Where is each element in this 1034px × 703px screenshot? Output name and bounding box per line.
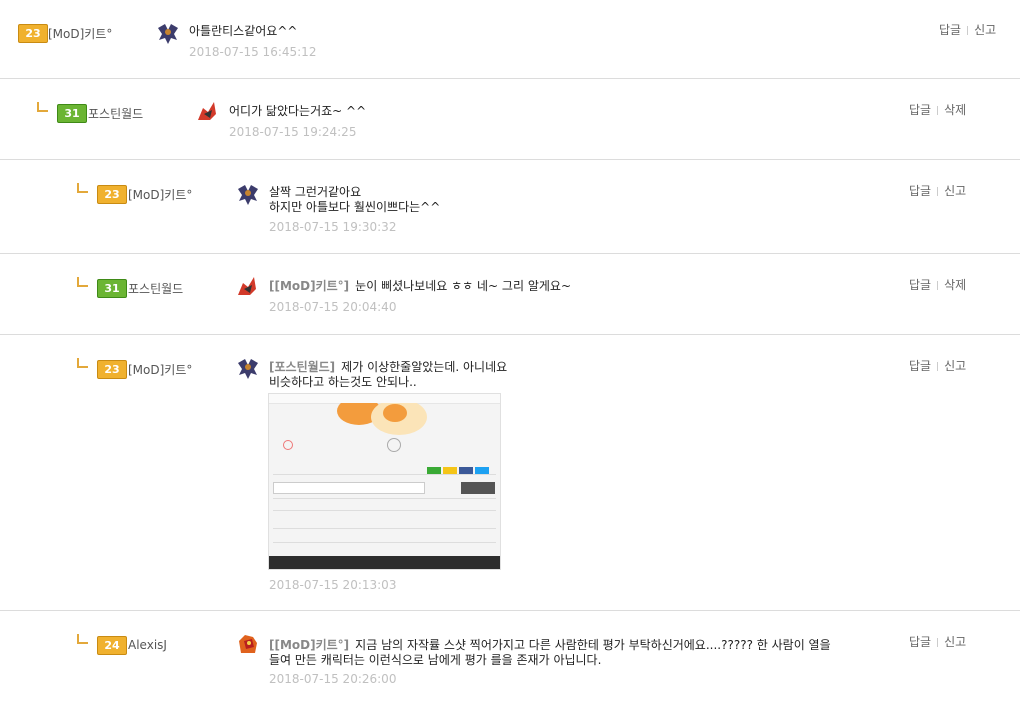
comment-5: 23 [MoD]키트° [포스틴월드] 제가 이상한줄알았는데. 아니네요 비슷하…: [0, 335, 1020, 610]
attached-screenshot[interactable]: [268, 393, 501, 570]
report-link[interactable]: 신고: [944, 359, 966, 373]
reply-arrow-icon: [77, 358, 88, 368]
reply-link[interactable]: 답글: [909, 278, 931, 292]
level-badge: 23: [97, 360, 127, 379]
reply-arrow-icon: [37, 102, 48, 112]
reply-link[interactable]: 답글: [909, 635, 931, 649]
divider: [937, 106, 939, 115]
comment-actions: 답글 신고: [909, 633, 966, 650]
report-link[interactable]: 신고: [974, 23, 996, 37]
level-badge: 31: [57, 104, 87, 123]
share-buttons: [427, 460, 491, 475]
comment-actions: 답글 삭제: [909, 276, 966, 293]
comment-date: 2018-07-15 20:04:40: [269, 300, 397, 314]
comment-4: 31 포스틴월드 [[MoD]키트°] 눈이 삐셨나보네요 ㅎㅎ 네~ 그리 알게…: [0, 254, 1020, 334]
avatar-icon: [239, 635, 257, 653]
comment-date: 2018-07-15 16:45:12: [189, 45, 317, 59]
divider: [937, 362, 939, 371]
comment-text: [[MoD]키트°] 눈이 삐셨나보네요 ㅎㅎ 네~ 그리 알게요~: [269, 279, 571, 294]
avatar-icon: [238, 277, 256, 295]
divider: [937, 187, 939, 196]
comment-text-line2: 하지만 아틀보다 훨씬이쁘다는^^: [269, 200, 441, 214]
comment-text-line2: 들여 만든 캐릭터는 이런식으로 남에게 평가 를을 존재가 아닙니다.: [269, 653, 602, 667]
reply-arrow-icon: [77, 183, 88, 193]
reply-link[interactable]: 답글: [909, 184, 931, 198]
comment-text-line2: 비슷하다고 하는것도 안되나..: [269, 375, 417, 389]
author-nick[interactable]: 포스틴월드: [88, 105, 143, 122]
comment-text: [[MoD]키트°] 지금 남의 자작률 스샷 찍어가지고 다른 사람한테 평가 …: [269, 638, 831, 653]
bottom-toolbar: [269, 556, 500, 569]
divider: [273, 498, 496, 499]
comment-body: 지금 남의 자작률 스샷 찍어가지고 다른 사람한테 평가 부탁하신거에요...…: [355, 638, 831, 652]
divider: [273, 542, 496, 543]
mention-tag[interactable]: [[MoD]키트°]: [269, 279, 349, 293]
reply-link[interactable]: 답글: [909, 359, 931, 373]
comment-1: 23 [MoD]키트° 아틀란티스같어요^^ 2018-07-15 16:45:…: [0, 0, 1020, 78]
avatar-icon: [238, 359, 258, 379]
comment-body: 눈이 삐셨나보네요 ㅎㅎ 네~ 그리 알게요~: [355, 279, 571, 293]
comment-actions: 답글 신고: [939, 21, 996, 38]
comment-date: 2018-07-15 20:13:03: [269, 578, 397, 592]
author-nick[interactable]: [MoD]키트°: [128, 361, 192, 378]
divider: [273, 510, 496, 511]
comment-date: 2018-07-15 20:26:00: [269, 672, 397, 686]
mention-tag[interactable]: [포스틴월드]: [269, 360, 335, 374]
divider: [967, 26, 969, 35]
level-badge: 23: [18, 24, 48, 43]
author-nick[interactable]: [MoD]키트°: [128, 186, 192, 203]
divider: [273, 528, 496, 529]
submit-mock: [461, 482, 495, 494]
comment-text: 어디가 닮았다는거죠~ ^^: [229, 104, 367, 118]
comment-text: [포스틴월드] 제가 이상한줄알았는데. 아니네요: [269, 360, 507, 375]
divider: [937, 281, 939, 290]
avatar-icon: [198, 102, 216, 120]
avatar-icon: [238, 185, 258, 205]
report-link[interactable]: 신고: [944, 635, 966, 649]
author-nick[interactable]: [MoD]키트°: [48, 25, 112, 42]
character-image: [337, 403, 427, 435]
delete-link[interactable]: 삭제: [944, 103, 966, 117]
comment-6: 24 AlexisJ [[MoD]키트°] 지금 남의 자작률 스샷 찍어가지고 …: [0, 611, 1020, 703]
level-badge: 23: [97, 185, 127, 204]
author-nick[interactable]: 포스틴월드: [128, 280, 183, 297]
avatar-icon: [158, 24, 178, 44]
level-badge: 31: [97, 279, 127, 298]
report-link[interactable]: 신고: [944, 184, 966, 198]
comment-date: 2018-07-15 19:24:25: [229, 125, 357, 139]
comment-2: 31 포스틴월드 어디가 닮았다는거죠~ ^^ 2018-07-15 19:24…: [0, 79, 1020, 159]
reply-link[interactable]: 답글: [909, 103, 931, 117]
comment-date: 2018-07-15 19:30:32: [269, 220, 397, 234]
reply-link[interactable]: 답글: [939, 23, 961, 37]
comment-actions: 답글 삭제: [909, 101, 966, 118]
comment-actions: 답글 신고: [909, 182, 966, 199]
comment-body: 제가 이상한줄알았는데. 아니네요: [341, 360, 508, 374]
comment-actions: 답글 신고: [909, 357, 966, 374]
reply-arrow-icon: [77, 634, 88, 644]
comment-3: 23 [MoD]키트° 살짝 그런거같아요 하지만 아틀보다 훨씬이쁘다는^^ …: [0, 160, 1020, 253]
divider: [937, 638, 939, 647]
comment-text: 아틀란티스같어요^^: [189, 24, 298, 38]
comment-text-line1: 살짝 그런거같아요: [269, 185, 362, 199]
mention-tag[interactable]: [[MoD]키트°]: [269, 638, 349, 652]
author-nick[interactable]: AlexisJ: [128, 638, 167, 652]
reply-arrow-icon: [77, 277, 88, 287]
like-row: [283, 438, 483, 452]
divider: [273, 474, 496, 475]
comment-input-mock: [273, 482, 425, 494]
level-badge: 24: [97, 636, 127, 655]
delete-link[interactable]: 삭제: [944, 278, 966, 292]
